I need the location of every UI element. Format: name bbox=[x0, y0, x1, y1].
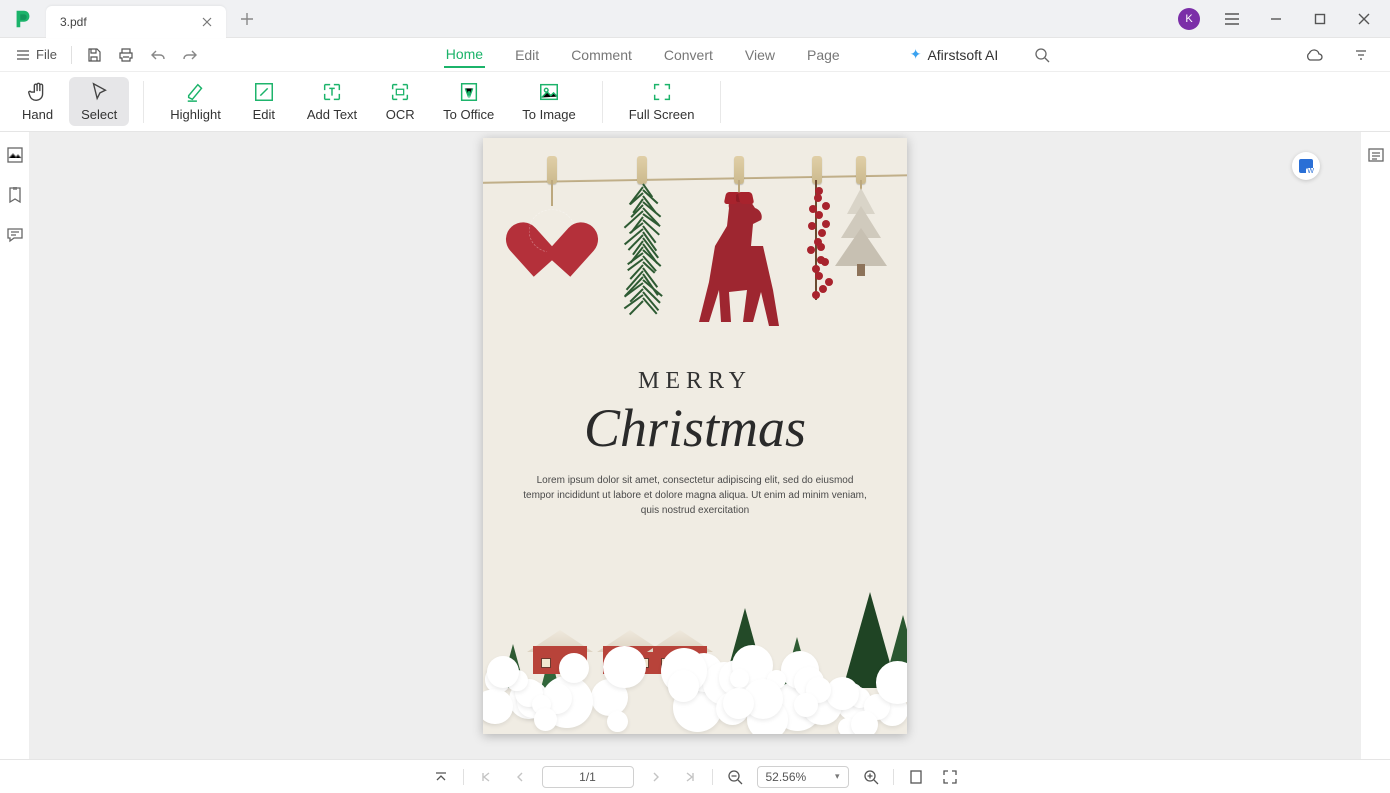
next-page-icon[interactable] bbox=[644, 765, 668, 789]
menu-view[interactable]: View bbox=[743, 43, 777, 67]
save-icon[interactable] bbox=[78, 43, 110, 67]
main-menu: Home Edit Comment Convert View Page ✦ Af… bbox=[206, 42, 1296, 68]
pine-branch bbox=[607, 178, 677, 308]
first-page-icon[interactable] bbox=[474, 765, 498, 789]
search-icon[interactable] bbox=[1026, 43, 1058, 67]
quickbar: File Home Edit Comment Convert View Page… bbox=[0, 38, 1390, 72]
ai-label: Afirstsoft AI bbox=[927, 47, 998, 63]
user-avatar[interactable]: K bbox=[1178, 8, 1200, 30]
properties-icon[interactable] bbox=[1365, 144, 1387, 166]
village-scene bbox=[483, 564, 907, 734]
maximize-icon[interactable] bbox=[1298, 0, 1342, 38]
zoom-in-icon[interactable] bbox=[859, 765, 883, 789]
lorem-text: Lorem ipsum dolor sit amet, consectetur … bbox=[523, 473, 867, 518]
reindeer-ornament bbox=[679, 188, 799, 348]
edit-label: Edit bbox=[253, 107, 275, 122]
print-icon[interactable] bbox=[110, 43, 142, 67]
to-image-tool[interactable]: To Image bbox=[510, 77, 587, 126]
to-office-icon bbox=[458, 81, 480, 103]
select-label: Select bbox=[81, 107, 117, 122]
berries-ornament bbox=[797, 180, 837, 300]
page-indicator-text: 1/1 bbox=[579, 770, 596, 784]
highlight-label: Highlight bbox=[170, 107, 221, 122]
to-image-label: To Image bbox=[522, 107, 575, 122]
tab-title: 3.pdf bbox=[60, 15, 198, 29]
right-rail bbox=[1360, 132, 1390, 759]
app-logo bbox=[0, 8, 46, 30]
tab-close-icon[interactable] bbox=[198, 13, 216, 31]
menu-page[interactable]: Page bbox=[805, 43, 842, 67]
titlebar: 3.pdf K bbox=[0, 0, 1390, 38]
undo-icon[interactable] bbox=[142, 44, 174, 66]
cloud-icon[interactable] bbox=[1296, 44, 1332, 66]
add-text-tool[interactable]: Add Text bbox=[295, 77, 369, 126]
hand-label: Hand bbox=[22, 107, 53, 122]
add-text-label: Add Text bbox=[307, 107, 357, 122]
select-tool[interactable]: Select bbox=[69, 77, 129, 126]
more-options-icon[interactable] bbox=[1346, 44, 1376, 66]
hand-icon bbox=[27, 81, 49, 103]
ribbon: Hand Select Highlight Edit Add Text bbox=[0, 72, 1390, 132]
app-menu-icon[interactable] bbox=[1210, 0, 1254, 38]
canvas[interactable]: MERRY Christmas Lorem ipsum dolor sit am… bbox=[30, 132, 1360, 759]
menu-convert[interactable]: Convert bbox=[662, 43, 715, 67]
menu-edit[interactable]: Edit bbox=[513, 43, 541, 67]
document-tab[interactable]: 3.pdf bbox=[46, 6, 226, 38]
to-image-icon bbox=[538, 81, 560, 103]
minimize-icon[interactable] bbox=[1254, 0, 1298, 38]
ocr-tool[interactable]: OCR bbox=[373, 77, 427, 126]
caret-down-icon: ▾ bbox=[835, 771, 840, 782]
new-tab-button[interactable] bbox=[232, 4, 262, 34]
menu-home[interactable]: Home bbox=[444, 42, 485, 68]
bookmarks-icon[interactable] bbox=[4, 184, 26, 206]
workspace: MERRY Christmas Lorem ipsum dolor sit am… bbox=[0, 132, 1390, 759]
hand-tool[interactable]: Hand bbox=[10, 77, 65, 126]
redo-icon[interactable] bbox=[174, 44, 206, 66]
zoom-out-icon[interactable] bbox=[723, 765, 747, 789]
statusbar: 1/1 52.56% ▾ bbox=[0, 759, 1390, 793]
convert-to-word-badge[interactable] bbox=[1292, 152, 1320, 180]
close-window-icon[interactable] bbox=[1342, 0, 1386, 38]
actual-size-icon[interactable] bbox=[904, 765, 928, 789]
cursor-icon bbox=[88, 81, 110, 103]
tree-ornament bbox=[835, 188, 887, 276]
avatar-initial: K bbox=[1185, 13, 1192, 25]
highlight-tool[interactable]: Highlight bbox=[158, 77, 233, 126]
edit-icon bbox=[253, 81, 275, 103]
add-text-icon bbox=[321, 81, 343, 103]
ocr-label: OCR bbox=[386, 107, 415, 122]
to-office-label: To Office bbox=[443, 107, 494, 122]
menu-comment[interactable]: Comment bbox=[569, 43, 634, 67]
comments-icon[interactable] bbox=[4, 224, 26, 246]
to-office-tool[interactable]: To Office bbox=[431, 77, 506, 126]
file-menu[interactable]: File bbox=[8, 43, 65, 66]
ocr-icon bbox=[389, 81, 411, 103]
left-rail bbox=[0, 132, 30, 759]
prev-page-icon[interactable] bbox=[508, 765, 532, 789]
fullscreen-icon bbox=[651, 81, 673, 103]
highlight-icon bbox=[185, 81, 207, 103]
sparkle-icon: ✦ bbox=[910, 46, 922, 63]
christmas-text: Christmas bbox=[523, 397, 867, 459]
pdf-page: MERRY Christmas Lorem ipsum dolor sit am… bbox=[483, 138, 907, 734]
zoom-select[interactable]: 52.56% ▾ bbox=[757, 766, 849, 788]
merry-text: MERRY bbox=[523, 368, 867, 395]
scroll-top-icon[interactable] bbox=[429, 765, 453, 789]
fit-page-icon[interactable] bbox=[938, 765, 962, 789]
full-screen-label: Full Screen bbox=[629, 107, 695, 122]
ai-assistant[interactable]: ✦ Afirstsoft AI bbox=[910, 46, 999, 63]
edit-tool[interactable]: Edit bbox=[237, 77, 291, 126]
page-indicator[interactable]: 1/1 bbox=[542, 766, 634, 788]
file-label: File bbox=[36, 47, 57, 62]
zoom-value: 52.56% bbox=[766, 770, 807, 784]
thumbnails-icon[interactable] bbox=[4, 144, 26, 166]
heart-ornament bbox=[521, 202, 583, 260]
full-screen-tool[interactable]: Full Screen bbox=[617, 77, 707, 126]
last-page-icon[interactable] bbox=[678, 765, 702, 789]
